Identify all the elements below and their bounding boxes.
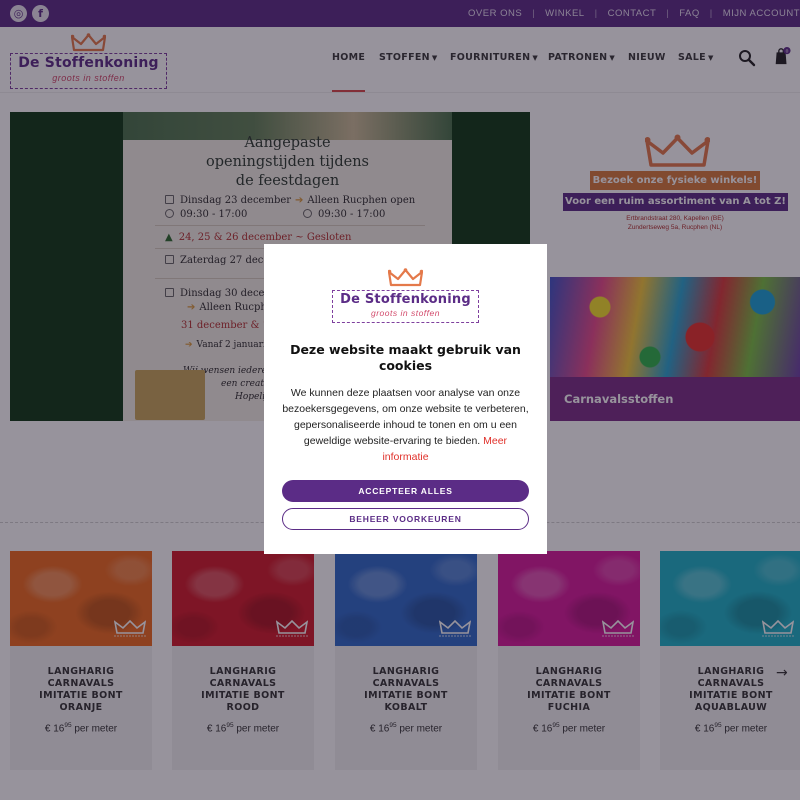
crown-icon bbox=[388, 268, 423, 287]
manage-preferences-button[interactable]: BEHEER VOORKEUREN bbox=[282, 508, 529, 530]
modal-logo-frame: De Stoffenkoning groots in stoffen bbox=[332, 290, 479, 323]
accept-all-button[interactable]: ACCEPTEER ALLES bbox=[282, 480, 529, 502]
modal-logo: De Stoffenkoning groots in stoffen bbox=[332, 268, 479, 324]
cookie-body: We kunnen deze plaatsen voor analyse van… bbox=[282, 387, 529, 463]
cookie-consent-dialog: De Stoffenkoning groots in stoffen Deze … bbox=[264, 244, 547, 554]
cookie-title: Deze website maakt gebruik van cookies bbox=[290, 342, 521, 373]
modal-logo-title: De Stoffenkoning bbox=[340, 292, 471, 307]
modal-logo-subtitle: groots in stoffen bbox=[371, 308, 440, 318]
